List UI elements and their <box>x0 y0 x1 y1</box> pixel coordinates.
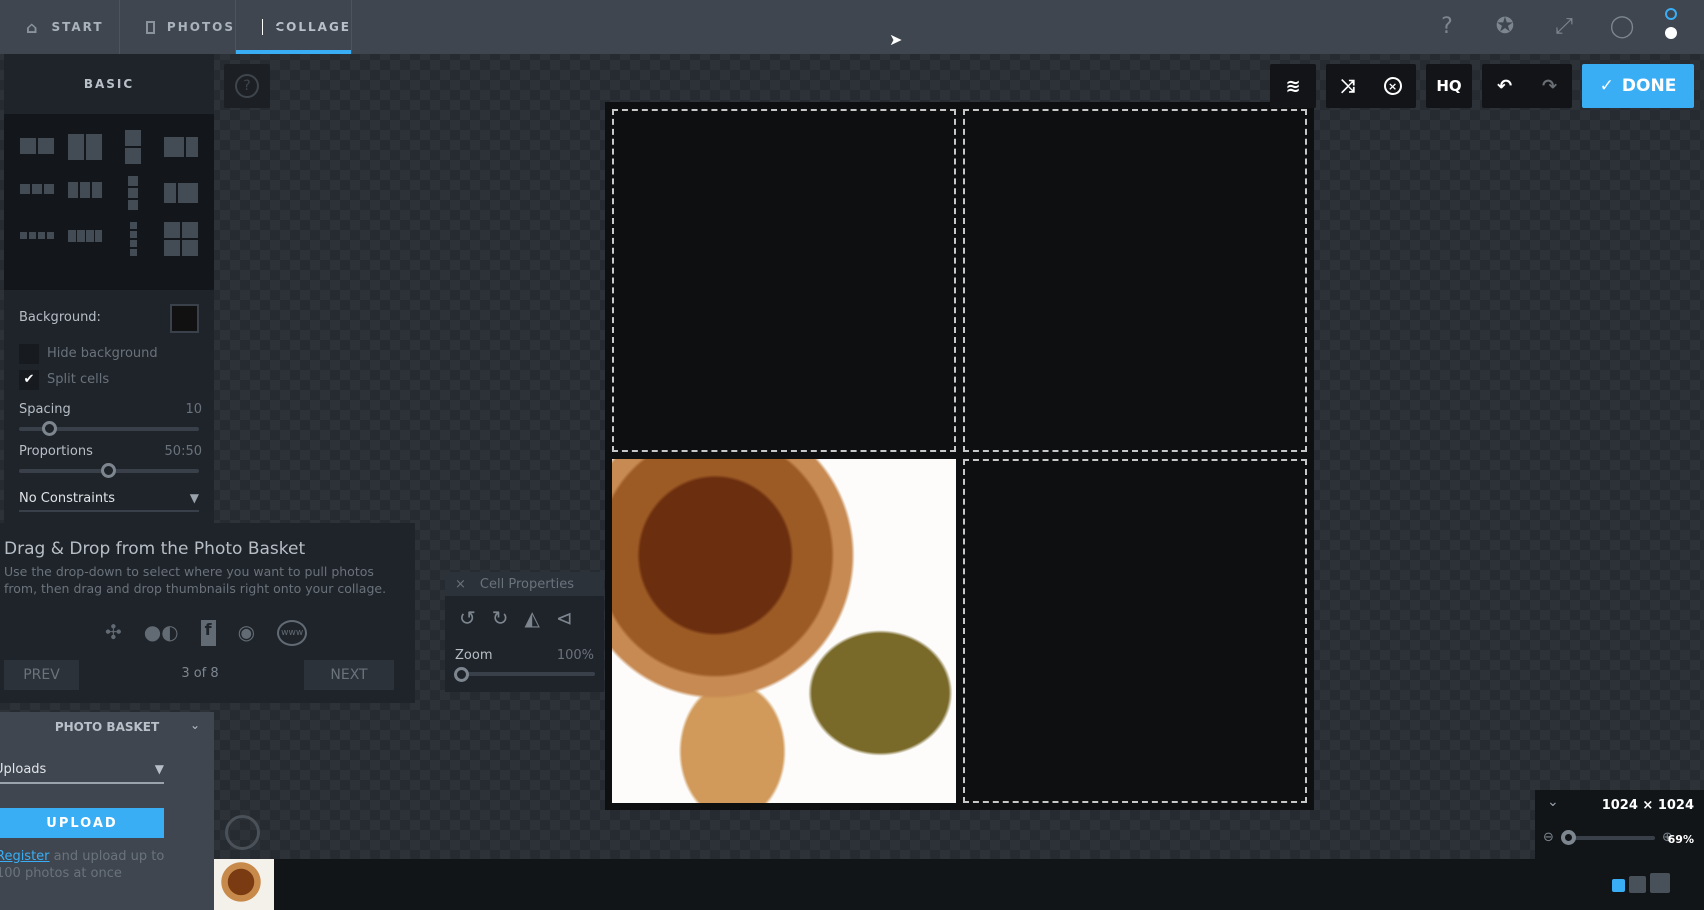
expand-icon[interactable]: ⤢ <box>1549 12 1579 42</box>
layers-button[interactable]: ≋ <box>1270 64 1316 108</box>
dots-icon[interactable] <box>1665 8 1677 20</box>
hide-background-checkbox[interactable] <box>19 344 39 364</box>
webcam-icon[interactable]: ◉ <box>238 620 255 646</box>
hide-background-label: Hide background <box>47 346 158 361</box>
mouse-cursor-icon: ➤ <box>889 30 903 49</box>
zoom-out-icon[interactable]: ⊖ <box>1543 830 1554 845</box>
background-label: Background: <box>19 310 101 325</box>
done-button[interactable]: ✓ DONE <box>1582 64 1694 108</box>
flickr-icon[interactable]: ●◐ <box>144 620 179 646</box>
cell-properties-panel: × Cell Properties ↺ ↻ ◭ ⊲ Zoom 100% <box>445 572 604 692</box>
upload-button[interactable]: UPLOAD <box>0 808 164 838</box>
tips-text: Use the drop-down to select where you wa… <box>4 564 387 596</box>
spacing-value: 10 <box>185 402 202 417</box>
register-link[interactable]: Register <box>0 849 50 864</box>
facebook-icon[interactable]: f <box>200 620 216 646</box>
collage-canvas <box>605 102 1314 810</box>
canvas-zoom-handle[interactable] <box>1561 830 1576 845</box>
clear-icon[interactable]: × <box>1383 77 1402 95</box>
layout-thumbnails[interactable] <box>4 114 214 290</box>
next-button[interactable]: NEXT <box>304 660 394 690</box>
photo-thumbnail[interactable] <box>214 859 274 910</box>
collage-icon <box>262 19 279 35</box>
undo-redo-group: ↶ ↷ <box>1482 64 1572 108</box>
help-button[interactable]: ? <box>224 64 270 108</box>
cell-zoom-slider-handle[interactable] <box>454 667 469 682</box>
split-cells-label: Split cells <box>47 372 110 387</box>
photo-basket-header[interactable]: PHOTO BASKET <box>0 712 214 742</box>
hq-button[interactable]: HQ <box>1426 64 1472 108</box>
tab-start[interactable]: ⌂ START <box>0 0 120 54</box>
top-bar: ⌂ START PHOTOS COLLAGE ? ✪ ⤢ ◯ <box>0 0 1704 54</box>
collage-cell-1[interactable] <box>612 109 956 452</box>
award-icon[interactable]: ✪ <box>1490 12 1520 42</box>
dropdown-arrow-icon: ▼ <box>154 762 164 776</box>
help-icon[interactable]: ? <box>1432 12 1462 42</box>
tips-panel: Drag & Drop from the Photo Basket Use th… <box>0 523 415 703</box>
spacing-slider-handle[interactable] <box>42 421 57 436</box>
check-icon: ✔ <box>23 372 35 387</box>
zoom-value: 100% <box>556 648 594 663</box>
rotate-left-icon[interactable]: ↺ <box>459 606 476 630</box>
tips-title: Drag & Drop from the Photo Basket <box>4 539 306 559</box>
photo-basket: PHOTO BASKET ⌄ Uploads▼ UPLOAD Register … <box>0 712 214 910</box>
cell-zoom-slider[interactable] <box>455 672 595 676</box>
section-basic[interactable]: BASIC <box>4 54 214 114</box>
shuffle-icon[interactable]: ⤨ <box>1340 76 1354 97</box>
source-icons: ✣ ●◐ f ◉ www <box>105 620 308 646</box>
pinwheel-icon[interactable]: ✣ <box>105 620 122 646</box>
split-cells-checkbox[interactable]: ✔ <box>19 370 39 390</box>
www-icon[interactable]: www <box>277 620 308 646</box>
flip-vertical-icon[interactable]: ⊲ <box>556 606 573 630</box>
check-icon: ✓ <box>1599 76 1614 96</box>
proportions-label: Proportions <box>19 444 93 459</box>
flip-horizontal-icon[interactable]: ◭ <box>525 606 540 630</box>
help-icon: ? <box>235 74 259 98</box>
constraints-dropdown[interactable]: No Constraints ▼ <box>19 486 199 512</box>
layout-grid <box>4 114 214 290</box>
close-icon[interactable]: × <box>455 577 466 592</box>
thumbnail-strip <box>214 859 1704 910</box>
proportions-slider-handle[interactable] <box>101 463 116 478</box>
collage-cell-4[interactable] <box>963 459 1307 803</box>
loading-circle-icon <box>225 815 260 850</box>
dot-icon <box>1665 27 1677 39</box>
canvas-size[interactable]: 1024 × 1024 <box>1602 798 1694 813</box>
shuffle-clear-group: ⤨ × <box>1326 64 1416 108</box>
background-color-swatch[interactable] <box>170 304 199 333</box>
zoom-label: Zoom <box>455 648 493 663</box>
tab-photos[interactable]: PHOTOS <box>120 0 236 54</box>
canvas-zoom-value: 69% <box>1667 833 1694 846</box>
page-indicator: 3 of 8 <box>181 666 219 681</box>
chevron-down-icon[interactable]: ⌄ <box>190 718 200 732</box>
collapse-chevron-icon[interactable]: ⌄ <box>1547 794 1559 810</box>
collage-sidebar: BASIC Background: Hide background ✔ Spli… <box>4 54 214 524</box>
canvas-zoom-slider[interactable] <box>1565 836 1655 840</box>
view-large-button[interactable] <box>1650 873 1670 893</box>
view-medium-button[interactable] <box>1629 876 1646 893</box>
user-icon[interactable]: ◯ <box>1607 12 1637 42</box>
chestnut-photo[interactable] <box>612 459 956 803</box>
tab-collage[interactable]: COLLAGE <box>236 0 352 54</box>
undo-icon[interactable]: ↶ <box>1497 76 1512 97</box>
collage-cell-2[interactable] <box>963 109 1307 452</box>
cell-properties-header: × Cell Properties <box>445 572 604 596</box>
image-icon <box>146 20 155 34</box>
dropdown-arrow-icon: ▼ <box>189 491 199 505</box>
prev-button[interactable]: PREV <box>4 660 79 690</box>
home-icon: ⌂ <box>26 17 40 37</box>
spacing-label: Spacing <box>19 402 71 417</box>
layers-icon: ≋ <box>1285 75 1301 97</box>
view-small-button[interactable] <box>1612 879 1625 892</box>
rotate-right-icon[interactable]: ↻ <box>492 606 509 630</box>
redo-icon[interactable]: ↷ <box>1542 76 1557 97</box>
proportions-value: 50:50 <box>164 444 202 459</box>
zoom-panel: ⌄ 1024 × 1024 ⊖ ⊕ 69% <box>1535 790 1704 859</box>
source-dropdown[interactable]: Uploads▼ <box>0 756 164 784</box>
